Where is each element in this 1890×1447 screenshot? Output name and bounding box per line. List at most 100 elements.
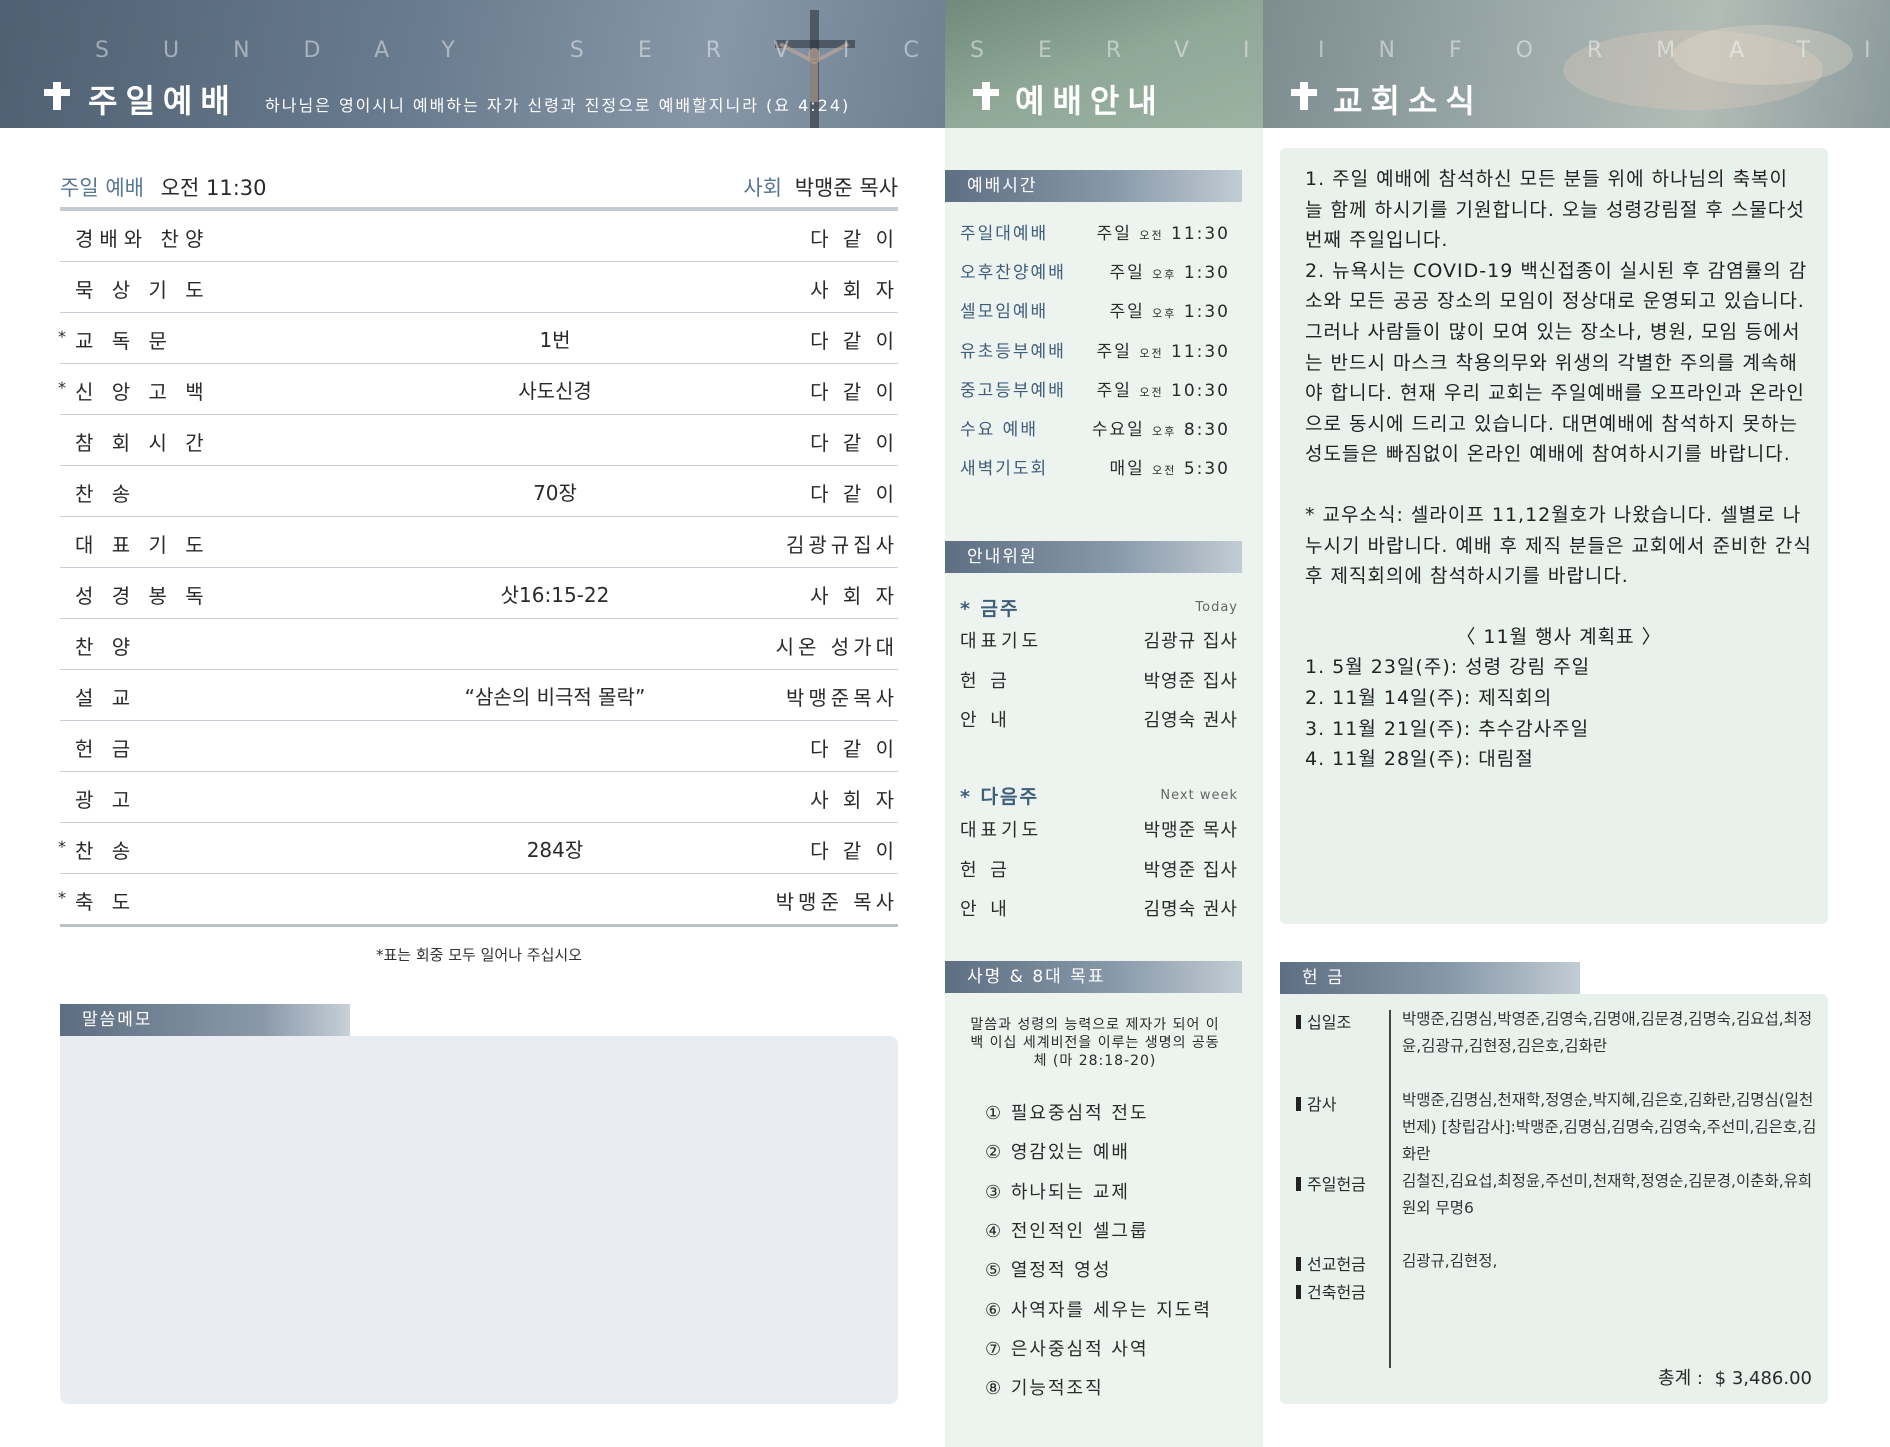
worship-day: 주일	[1109, 263, 1145, 284]
worship-name: 새벽기도회	[960, 459, 1049, 480]
next-week-en: Next week	[1160, 788, 1238, 803]
worship-clock: 10:30	[1171, 380, 1230, 401]
worship-clock: 11:30	[1171, 341, 1230, 362]
service-header: 주일 예배 오전 11:30 사회 박맹준 목사	[60, 172, 898, 206]
worship-clock: 5:30	[1183, 459, 1230, 480]
usher-person: 박영준 집사	[1143, 670, 1238, 692]
service-time: 오전 11:30	[160, 176, 267, 200]
offering-names: 박맹준,김명심,박영준,김영숙,김명애,김문경,김명숙,김요섭,최정윤,김광규,…	[1402, 1010, 1813, 1055]
usher-person: 김광규 집사	[1143, 631, 1238, 652]
service-label: 주일 예배	[60, 176, 144, 200]
usher-role: 안 내	[960, 899, 1011, 920]
standing-note: *표는 회중 모두 일어나 주십시오	[376, 946, 582, 964]
worship-clock: 1:30	[1183, 302, 1230, 323]
header-title: 교회소식	[1333, 82, 1483, 120]
service-row: 대 표 기 도 김광규집사	[60, 517, 898, 568]
service-item: 축 도	[75, 890, 137, 914]
worship-when: 주일 오전 11:30	[1097, 219, 1230, 244]
praying-hands-decoration	[1563, 25, 1853, 110]
worship-ampm: 오전	[1139, 229, 1164, 242]
offering-names: 박맹준,김명심,천재학,정영순,박지혜,김은호,김화란,김명심(일천번제) [창…	[1402, 1091, 1817, 1163]
schedule-item: 4. 11월 28일(주): 대림절	[1305, 748, 1534, 771]
worship-day: 주일	[1096, 341, 1132, 362]
service-row: 찬 양 시온 성가대	[60, 619, 898, 670]
this-week-label: * 금주	[960, 598, 1020, 620]
cross-icon	[1291, 82, 1317, 110]
service-detail: 70장	[533, 481, 577, 505]
service-leader: 다 같 이	[810, 380, 898, 404]
worship-day: 매일	[1109, 459, 1145, 480]
usher-role: 대표기도	[960, 631, 1043, 652]
order-of-service: 경배와 찬양 다 같 이묵 상 기 도사 회 자 * 교 독 문 1번 다 같 이 * 신 앙…	[58, 211, 898, 927]
service-row: 광 고사 회 자	[60, 772, 898, 823]
next-week-label: * 다음주	[960, 786, 1039, 808]
goal-item: ③ 하나되는 교제	[985, 1181, 1130, 1203]
usher-row: 헌 금 박영준 집사	[960, 667, 1238, 697]
worship-name: 중고등부예배	[960, 380, 1066, 401]
total-label: 총계 :	[1658, 1368, 1703, 1389]
service-leader: 다 같 이	[810, 482, 898, 506]
service-row: 설 교 “삼손의 비극적 몰락” 박맹준목사	[60, 670, 898, 721]
service-leader: 박맹준 목사	[775, 890, 898, 914]
service-item: 헌 금	[75, 737, 137, 761]
offering-category: 감사	[1296, 1091, 1336, 1115]
service-leader: 다 같 이	[810, 227, 898, 251]
schedule-item: 3. 11월 21일(주): 추수감사주일	[1305, 717, 1590, 740]
worship-time-row: 주일대예배 주일 오전 11:30	[960, 219, 1230, 249]
service-row: 묵 상 기 도사 회 자	[60, 262, 898, 313]
usher-role: 헌 금	[960, 859, 1011, 881]
offering-category: 십일조	[1296, 1009, 1351, 1033]
usher-role: 헌 금	[960, 670, 1011, 692]
worship-ampm: 오전	[1139, 385, 1164, 399]
usher-role: 대표기도	[960, 820, 1043, 841]
schedule-item: 1. 5월 23일(주): 성령 강림 주일	[1305, 656, 1591, 679]
worship-when: 매일 오전 5:30	[1109, 454, 1230, 479]
standing-marker: *	[58, 327, 66, 346]
service-leader: 사 회 자	[810, 584, 898, 608]
service-detail: “삼손의 비극적 몰락”	[464, 685, 646, 709]
service-detail: 사도신경	[518, 379, 592, 403]
usher-person: 박영준 집사	[1143, 859, 1238, 881]
usher-row: 헌 금 박영준 집사	[960, 856, 1238, 886]
worship-ampm: 오후	[1152, 307, 1177, 321]
standing-marker: *	[58, 837, 66, 856]
news-paragraph-2: 2. 뉴욕시는 COVID-19 백신접종이 실시된 후 감염률의 감소와 모든…	[1305, 259, 1808, 466]
news-paragraph-1: 1. 주일 예배에 참석하신 모든 분들 위에 하나님의 축복이 늘 함께 하시…	[1305, 168, 1805, 252]
worship-time-row: 유초등부예배 주일 오전 11:30	[960, 337, 1230, 367]
worship-ampm: 오전	[1139, 346, 1164, 360]
total-value: $ 3,486.00	[1714, 1368, 1812, 1389]
offering-total: 총계 : $ 3,486.00	[1658, 1364, 1812, 1390]
service-leader: 김광규집사	[786, 533, 898, 557]
worship-when: 주일 오후 1:30	[1109, 297, 1230, 322]
goal-item: ⑤ 열정적 영성	[985, 1260, 1112, 1282]
service-row: 참 회 시 간다 같 이	[60, 415, 898, 466]
header-sunday-service: SUNDAY SERVICE 주일예배 하나님은 영이시니 예배하는 자가 신령…	[0, 0, 945, 128]
worship-ampm: 오후	[1152, 268, 1177, 282]
usher-row: 안 내 김영숙 권사	[960, 706, 1238, 736]
service-item: 설 교	[75, 686, 137, 710]
goal-item: ② 영감있는 예배	[985, 1142, 1130, 1164]
worship-time-row: 수요 예배 수요일 오후 8:30	[960, 415, 1230, 445]
service-leader: 박맹준목사	[786, 686, 898, 710]
worship-ampm: 오전	[1152, 464, 1177, 478]
standing-marker: *	[58, 888, 66, 907]
service-item: 묵 상 기 도	[75, 278, 210, 302]
worship-time-row: 중고등부예배 주일 오전 10:30	[960, 376, 1230, 406]
goal-item: ⑧ 기능적조직	[985, 1378, 1104, 1400]
service-item: 참 회 시 간	[75, 431, 210, 455]
offering-title: 헌 금	[1280, 962, 1580, 994]
worship-time-row: 오후찬양예배 주일 오후 1:30	[960, 258, 1230, 288]
worship-clock: 11:30	[1171, 224, 1230, 244]
service-leader: 다 같 이	[810, 737, 898, 761]
header-spaced-text: SERVICE	[970, 38, 1263, 63]
leader-name: 박맹준 목사	[794, 176, 898, 200]
goal-item: ⑥ 사역자를 세우는 지도력	[985, 1299, 1212, 1321]
service-leader: 다 같 이	[810, 431, 898, 455]
schedule-title: 〈 11월 행사 계획표 〉	[1456, 625, 1662, 648]
usher-person: 김명숙 권사	[1143, 899, 1238, 920]
header-service-info: SERVICE 예배안내	[945, 0, 1263, 128]
leader-label: 사회	[743, 176, 783, 200]
worship-day: 주일	[1096, 224, 1132, 244]
service-leader: 다 같 이	[810, 329, 898, 353]
offering-names: 김철진,김요섭,최정윤,주선미,천재학,정영순,김문경,이춘화,유희원외 무명6	[1402, 1172, 1813, 1217]
